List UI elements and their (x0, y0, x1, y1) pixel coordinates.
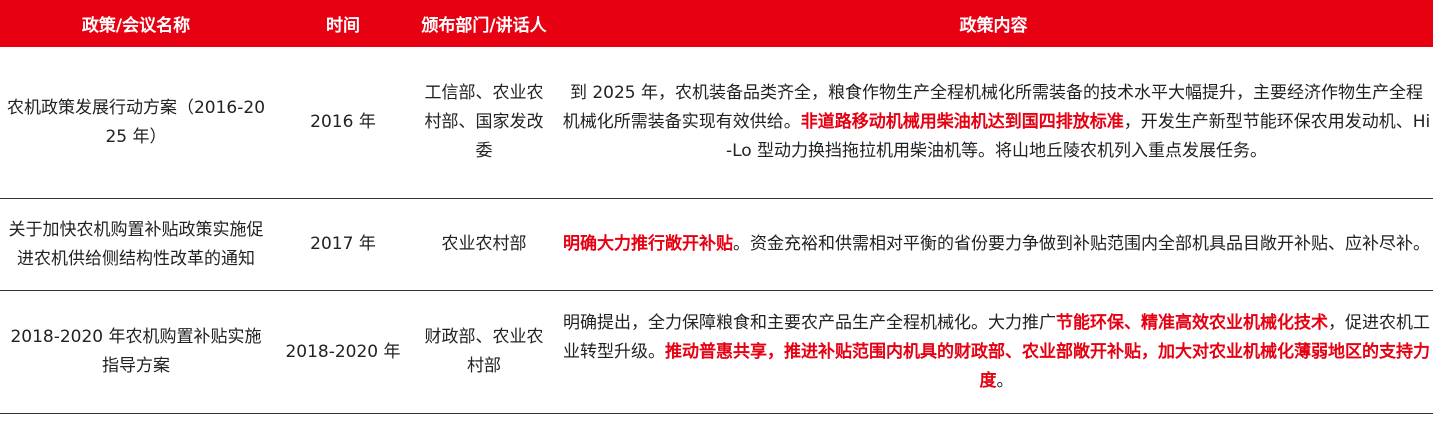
content-highlight: 明确大力推行敞开补贴 (563, 234, 733, 254)
header-content: 政策内容 (554, 0, 1433, 47)
content-cell: 明确大力推行敞开补贴。资金充裕和供需相对平衡的省份要力争做到补贴范围内全部机具品… (554, 198, 1433, 291)
time-cell: 2017 年 (272, 198, 414, 291)
policy-name-cell: 关于加快农机购置补贴政策实施促进农机供给侧结构性改革的通知 (0, 198, 272, 291)
content-segment: 。资金充裕和供需相对平衡的省份要力争做到补贴范围内全部机具品目敞开补贴、应补尽补… (733, 234, 1430, 254)
content-highlight: 推动普惠共享，推进补贴范围内机具的财政部、农业部敞开补贴，加大对农业机械化薄弱地… (665, 341, 1430, 391)
header-row: 政策/会议名称 时间 颁布部门/讲话人 政策内容 (0, 0, 1433, 47)
table-row: 关于加快农机购置补贴政策实施促进农机供给侧结构性改革的通知 2017 年 农业农… (0, 198, 1433, 291)
content-highlight: 节能环保、精准高效农业机械化技术 (1056, 312, 1328, 333)
header-time: 时间 (272, 0, 414, 47)
content-cell: 到 2025 年，农机装备品类齐全，粮食作物生产全程机械化所需装备的技术水平大幅… (554, 47, 1433, 199)
department-cell: 农业农村部 (414, 198, 554, 291)
policy-table: 政策/会议名称 时间 颁布部门/讲话人 政策内容 农机政策发展行动方案（2016… (0, 0, 1433, 414)
policy-name-cell: 农机政策发展行动方案（2016-2025 年） (0, 47, 272, 199)
content-cell: 明确提出，全力保障粮食和主要农产品生产全程机械化。大力推广节能环保、精准高效农业… (554, 290, 1433, 414)
policy-name-cell: 2018-2020 年农机购置补贴实施指导方案 (0, 290, 272, 414)
table-row: 农机政策发展行动方案（2016-2025 年） 2016 年 工信部、农业农村部… (0, 47, 1433, 199)
header-department: 颁布部门/讲话人 (414, 0, 554, 47)
header-policy-name: 政策/会议名称 (0, 0, 272, 47)
department-cell: 财政部、农业农村部 (414, 290, 554, 414)
content-segment: 明确提出，全力保障粮食和主要农产品生产全程机械化。大力推广 (563, 312, 1056, 333)
content-segment: 。 (996, 370, 1014, 391)
department-cell: 工信部、农业农村部、国家发改委 (414, 47, 554, 199)
content-highlight: 非道路移动机械用柴油机达到国四排放标准 (800, 112, 1124, 132)
time-cell: 2016 年 (272, 47, 414, 199)
time-cell: 2018-2020 年 (272, 290, 414, 414)
table-header: 政策/会议名称 时间 颁布部门/讲话人 政策内容 (0, 0, 1433, 47)
table-row: 2018-2020 年农机购置补贴实施指导方案 2018-2020 年 财政部、… (0, 290, 1433, 414)
